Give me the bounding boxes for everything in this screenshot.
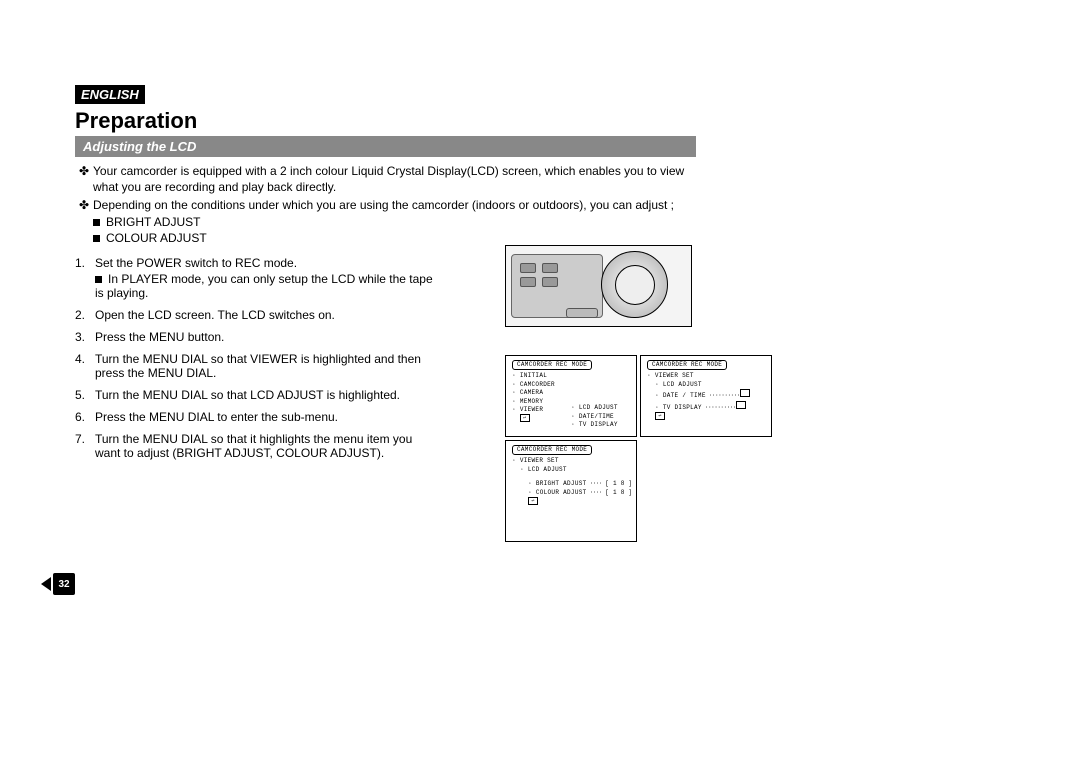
step-text: Turn the MENU DIAL so that it highlights… (95, 432, 435, 460)
language-badge: ENGLISH (75, 85, 145, 104)
osd-item: TV DISPLAY (663, 404, 702, 411)
page-marker-arrow-icon (41, 577, 51, 591)
square-bullet-icon (93, 219, 100, 226)
step-4: 4. Turn the MENU DIAL so that VIEWER is … (75, 352, 435, 380)
step-number: 3. (75, 330, 95, 344)
osd-value: [ 1 8 ] (605, 489, 632, 496)
camcorder-button-icon (520, 263, 536, 273)
osd-header: CAMCORDER REC MODE (647, 360, 727, 370)
osd-subtitle: VIEWER SET (655, 372, 694, 379)
steps-list: 1. Set the POWER switch to REC mode. In … (75, 256, 435, 460)
step-text: Press the MENU DIAL to enter the sub-men… (95, 410, 435, 424)
step-number: 5. (75, 388, 95, 402)
osd-menu-viewer: CAMCORDER REC MODE ◦ VIEWER SET ◦ LCD AD… (640, 355, 772, 437)
intro-line-1: Your camcorder is equipped with a 2 inch… (93, 163, 695, 195)
camcorder-button-icon (542, 263, 558, 273)
osd-item: MEMORY (520, 398, 543, 405)
return-icon: ↩ (528, 497, 538, 505)
step-text: Turn the MENU DIAL so that VIEWER is hig… (95, 352, 435, 380)
osd-item: LCD ADJUST (579, 404, 618, 411)
step-3: 3. Press the MENU button. (75, 330, 435, 344)
step-7: 7. Turn the MENU DIAL so that it highlig… (75, 432, 435, 460)
osd-item: CAMCORDER (520, 381, 555, 388)
step-sub-text: In PLAYER mode, you can only setup the L… (95, 272, 433, 300)
page-number-badge: 32 (53, 573, 75, 595)
square-bullet-row: COLOUR ADJUST (93, 230, 695, 246)
camcorder-button-icon (542, 277, 558, 287)
box-icon (740, 389, 750, 397)
osd-item: VIEWER (520, 406, 543, 413)
square-bullet-icon (93, 235, 100, 242)
menu-dial-icon (601, 251, 668, 318)
osd-header: CAMCORDER REC MODE (512, 445, 592, 455)
step-text: Open the LCD screen. The LCD switches on… (95, 308, 435, 322)
square-bullet-icon (95, 276, 102, 283)
step-2: 2. Open the LCD screen. The LCD switches… (75, 308, 435, 322)
section-heading: Adjusting the LCD (75, 136, 696, 157)
osd-subtitle: VIEWER SET (520, 457, 559, 464)
clover-bullet-icon: ✤ (75, 197, 93, 213)
step-text: Set the POWER switch to REC mode. (95, 256, 297, 270)
intro-line-2: Depending on the conditions under which … (93, 197, 695, 213)
osd-item: INITIAL (520, 372, 547, 379)
step-number: 7. (75, 432, 95, 460)
camcorder-slot-icon (566, 308, 598, 318)
osd-item: COLOUR ADJUST (536, 489, 587, 496)
page-title: Preparation (75, 108, 695, 134)
camcorder-button-icon (520, 277, 536, 287)
step-text: Press the MENU button. (95, 330, 435, 344)
osd-item: CAMERA (520, 389, 543, 396)
osd-subtitle: LCD ADJUST (528, 466, 567, 473)
osd-item: BRIGHT ADJUST (536, 480, 587, 487)
osd-header: CAMCORDER REC MODE (512, 360, 592, 370)
step-number: 2. (75, 308, 95, 322)
osd-item: DATE/TIME (579, 413, 614, 420)
step-text: Turn the MENU DIAL so that LCD ADJUST is… (95, 388, 435, 402)
adjust-option-1: BRIGHT ADJUST (106, 215, 200, 229)
step-6: 6. Press the MENU DIAL to enter the sub-… (75, 410, 435, 424)
menu-dial-center-icon (615, 265, 655, 305)
intro-block: ✤ Your camcorder is equipped with a 2 in… (75, 163, 695, 246)
return-icon: ↩ (520, 414, 530, 422)
step-number: 1. (75, 256, 95, 300)
osd-value: [ 1 8 ] (605, 480, 632, 487)
step-number: 4. (75, 352, 95, 380)
camcorder-illustration (505, 245, 692, 327)
step-1: 1. Set the POWER switch to REC mode. In … (75, 256, 435, 300)
square-bullet-row: BRIGHT ADJUST (93, 214, 695, 230)
return-icon: ↩ (655, 412, 665, 420)
osd-menu-lcd-adjust: CAMCORDER REC MODE ◦ VIEWER SET ◦ LCD AD… (505, 440, 637, 542)
step-5: 5. Turn the MENU DIAL so that LCD ADJUST… (75, 388, 435, 402)
step-number: 6. (75, 410, 95, 424)
osd-item: TV DISPLAY (579, 421, 618, 428)
osd-item: DATE / TIME (663, 392, 706, 399)
box-icon (736, 401, 746, 409)
osd-menu-main: CAMCORDER REC MODE ◦ INITIAL ◦ CAMCORDER… (505, 355, 637, 437)
osd-item: LCD ADJUST (663, 381, 702, 388)
adjust-option-2: COLOUR ADJUST (106, 231, 207, 245)
clover-bullet-icon: ✤ (75, 163, 93, 195)
